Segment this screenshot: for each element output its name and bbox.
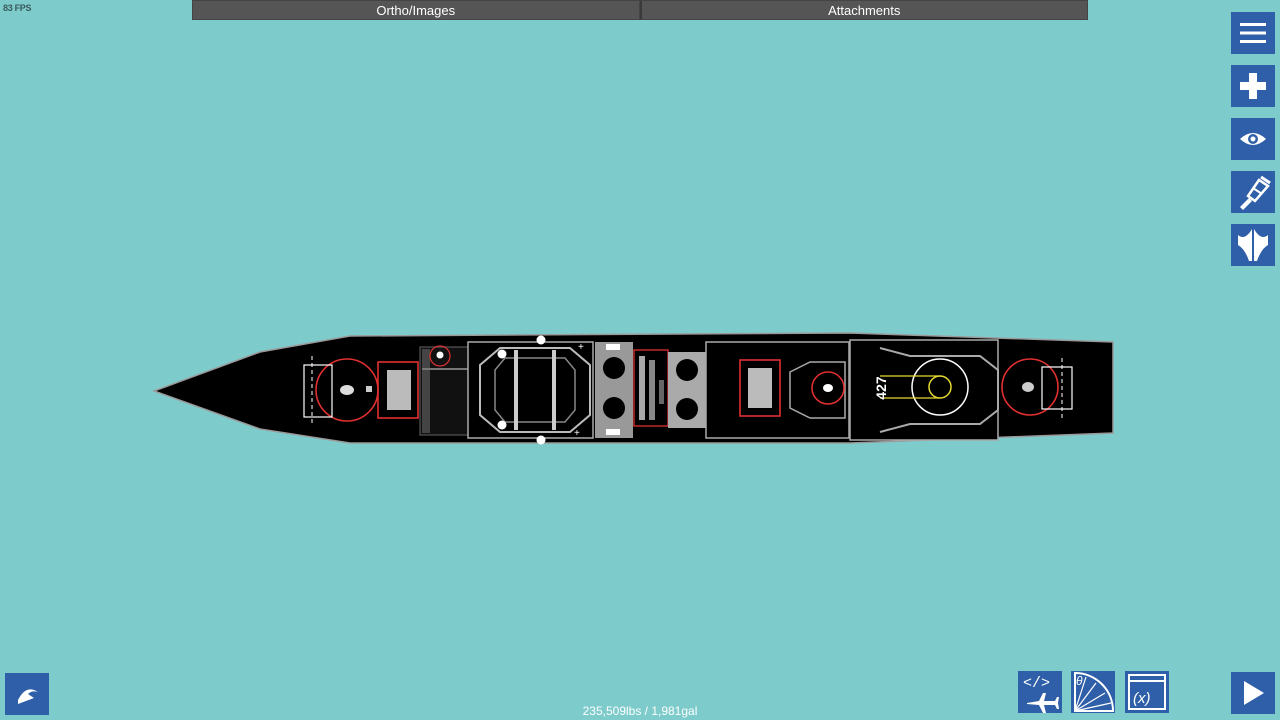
menu-icon bbox=[1240, 23, 1266, 43]
tab-ortho-images[interactable]: Ortho/Images bbox=[192, 0, 640, 20]
menu-button[interactable] bbox=[1231, 12, 1275, 54]
tab-attachments[interactable]: Attachments bbox=[639, 0, 1088, 20]
weight-fuel-status: 235,509lbs / 1,981gal bbox=[582, 704, 698, 718]
view-button[interactable] bbox=[1231, 118, 1275, 160]
add-part-icon bbox=[1240, 73, 1266, 99]
fps-counter: 83 FPS bbox=[3, 3, 32, 13]
symmetry-icon bbox=[1238, 227, 1268, 263]
paint-button[interactable] bbox=[1231, 171, 1275, 213]
svg-text:</>: </> bbox=[1023, 675, 1050, 692]
svg-text:+: + bbox=[574, 428, 580, 439]
ship-blueprint[interactable]: + + 427 bbox=[150, 330, 1120, 450]
paint-icon bbox=[1240, 175, 1271, 210]
svg-text:θ: θ bbox=[1076, 674, 1083, 688]
top-tab-bar: Ortho/Images Attachments bbox=[192, 0, 1088, 20]
view-icon bbox=[1240, 133, 1266, 145]
svg-text:+: + bbox=[578, 342, 584, 353]
play-icon bbox=[1244, 681, 1264, 705]
symmetry-button[interactable] bbox=[1231, 224, 1275, 266]
hull-number: 427 bbox=[873, 376, 889, 400]
add-part-button[interactable] bbox=[1231, 65, 1275, 107]
